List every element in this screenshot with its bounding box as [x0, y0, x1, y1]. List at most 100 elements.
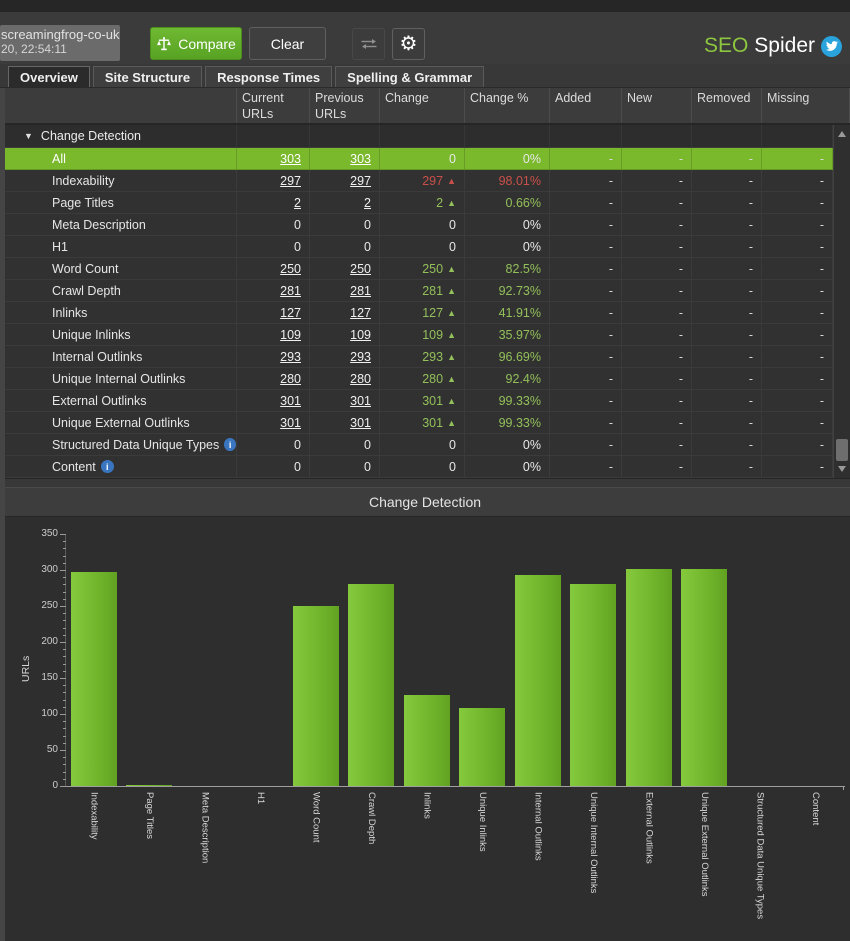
added-value: -	[550, 324, 622, 345]
app-logo: SEOSpider	[704, 34, 842, 58]
table-row-structured-data-unique-types[interactable]: Structured Data Unique Typesi0000%----	[0, 434, 833, 456]
table-row-crawl-depth[interactable]: Crawl Depth281281281▲92.73%----	[0, 280, 833, 302]
y-axis-tick	[63, 584, 66, 585]
value-text[interactable]: 301	[280, 394, 301, 408]
value-text[interactable]: 250	[280, 262, 301, 276]
tab-spelling-grammar[interactable]: Spelling & Grammar	[335, 66, 484, 87]
table-row-meta-description[interactable]: Meta Description0000%----	[0, 214, 833, 236]
current-urls-value: 303	[237, 148, 310, 169]
crawl-name: screamingfrog-co-uk	[1, 27, 116, 42]
group-row-change-detection[interactable]: ▼Change Detection	[0, 125, 833, 148]
change-value: 293▲	[380, 346, 465, 367]
value-text[interactable]: 297	[280, 174, 301, 188]
column-header-removed[interactable]: Removed	[692, 88, 762, 123]
new-text: -	[679, 328, 683, 342]
scrollbar-down-icon[interactable]	[834, 462, 850, 476]
value-text[interactable]: 301	[350, 394, 371, 408]
value-text[interactable]: 2	[294, 196, 301, 210]
column-header-change-[interactable]: Change %	[465, 88, 550, 123]
x-axis-label-slot: Word Count	[288, 792, 344, 843]
new-value: -	[622, 390, 692, 411]
change-pct-text: 98.01%	[499, 174, 541, 188]
table-row-unique-external-outlinks[interactable]: Unique External Outlinks301301301▲99.33%…	[0, 412, 833, 434]
value-text[interactable]: 293	[280, 350, 301, 364]
value-text[interactable]: 280	[280, 372, 301, 386]
value-text[interactable]: 301	[280, 416, 301, 430]
x-axis-label: External Outlinks	[644, 792, 654, 864]
value-text: 0	[294, 438, 301, 452]
value-text[interactable]: 109	[350, 328, 371, 342]
table-row-internal-outlinks[interactable]: Internal Outlinks293293293▲96.69%----	[0, 346, 833, 368]
table-scrollbar[interactable]	[833, 125, 850, 478]
table-row-content[interactable]: Contenti0000%----	[0, 456, 833, 478]
trend-up-icon: ▲	[447, 352, 456, 362]
table-row-all[interactable]: All30330300%----	[0, 148, 833, 170]
table-row-unique-inlinks[interactable]: Unique Inlinks109109109▲35.97%----	[0, 324, 833, 346]
panel-splitter[interactable]	[0, 478, 850, 487]
value-text[interactable]: 297	[350, 174, 371, 188]
column-header-name[interactable]	[0, 88, 237, 123]
added-text: -	[609, 460, 613, 474]
removed-text: -	[749, 284, 753, 298]
removed-value: -	[692, 148, 762, 169]
added-value: -	[550, 434, 622, 455]
value-text[interactable]: 281	[280, 284, 301, 298]
clear-button[interactable]: Clear	[249, 27, 326, 60]
tab-overview[interactable]: Overview	[8, 66, 90, 87]
y-axis-tick	[63, 556, 66, 557]
value-text[interactable]: 2	[364, 196, 371, 210]
compare-button[interactable]: Compare	[150, 27, 242, 60]
value-text[interactable]: 250	[350, 262, 371, 276]
table-row-external-outlinks[interactable]: External Outlinks301301301▲99.33%----	[0, 390, 833, 412]
bar-slot	[66, 572, 122, 786]
value-text[interactable]: 303	[280, 152, 301, 166]
table-header-row: Current URLsPrevious URLsChangeChange %A…	[0, 88, 850, 125]
column-header-previous-urls[interactable]: Previous URLs	[310, 88, 380, 123]
logo-seo-text: SEO	[704, 34, 748, 58]
triangle-down-icon[interactable]: ▼	[24, 131, 33, 141]
value-text[interactable]: 127	[350, 306, 371, 320]
row-name-text: Unique Inlinks	[52, 328, 131, 342]
value-text[interactable]: 280	[350, 372, 371, 386]
row-name: H1	[0, 236, 237, 257]
new-value: -	[622, 346, 692, 367]
table-row-indexability[interactable]: Indexability297297297▲98.01%----	[0, 170, 833, 192]
column-header-current-urls[interactable]: Current URLs	[237, 88, 310, 123]
value-text[interactable]: 293	[350, 350, 371, 364]
row-name-text: External Outlinks	[52, 394, 146, 408]
table-row-page-titles[interactable]: Page Titles222▲0.66%----	[0, 192, 833, 214]
row-name-text: Word Count	[52, 262, 118, 276]
value-text[interactable]: 109	[280, 328, 301, 342]
settings-gear-button[interactable]: ⚙	[392, 28, 425, 60]
bar-internal-outlinks	[515, 575, 561, 786]
new-value: -	[622, 192, 692, 213]
row-name: Unique Inlinks	[0, 324, 237, 345]
table-row-h1[interactable]: H10000%----	[0, 236, 833, 258]
value-text[interactable]: 281	[350, 284, 371, 298]
table-row-inlinks[interactable]: Inlinks127127127▲41.91%----	[0, 302, 833, 324]
swap-arrows-button[interactable]	[352, 28, 385, 60]
scrollbar-up-icon[interactable]	[834, 127, 850, 141]
x-axis-label-slot: Structured Data Unique Types	[732, 792, 788, 919]
change-text: 0	[449, 240, 456, 254]
table-row-unique-internal-outlinks[interactable]: Unique Internal Outlinks280280280▲92.4%-…	[0, 368, 833, 390]
tab-response-times[interactable]: Response Times	[205, 66, 332, 87]
column-header-added[interactable]: Added	[550, 88, 622, 123]
overview-table: Current URLsPrevious URLsChangeChange %A…	[0, 88, 850, 478]
change-value: 0	[380, 148, 465, 169]
crawl-selector[interactable]: screamingfrog-co-uk 20, 22:54:11	[0, 25, 120, 61]
info-icon[interactable]: i	[224, 438, 236, 451]
value-text[interactable]: 303	[350, 152, 371, 166]
compare-button-label: Compare	[178, 36, 236, 52]
table-row-word-count[interactable]: Word Count250250250▲82.5%----	[0, 258, 833, 280]
tab-site-structure[interactable]: Site Structure	[93, 66, 202, 87]
current-urls-value: 127	[237, 302, 310, 323]
column-header-missing[interactable]: Missing	[762, 88, 850, 123]
column-header-new[interactable]: New	[622, 88, 692, 123]
info-icon[interactable]: i	[101, 460, 114, 473]
twitter-icon[interactable]	[821, 36, 842, 57]
value-text[interactable]: 301	[350, 416, 371, 430]
value-text[interactable]: 127	[280, 306, 301, 320]
scrollbar-thumb[interactable]	[836, 439, 848, 461]
column-header-change[interactable]: Change	[380, 88, 465, 123]
